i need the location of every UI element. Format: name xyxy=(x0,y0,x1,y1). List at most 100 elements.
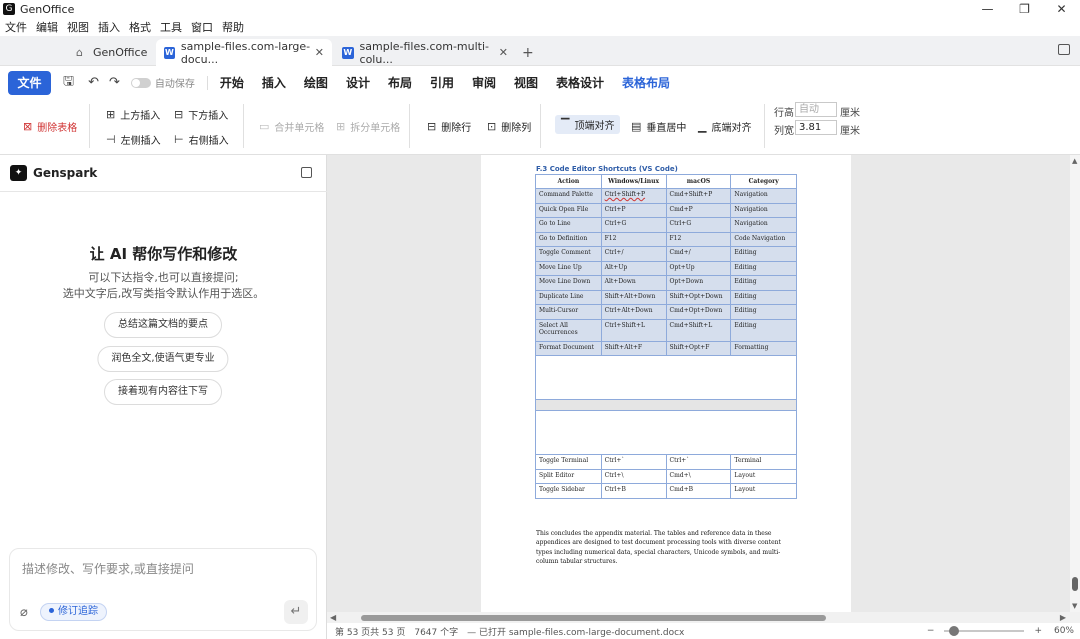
table-cell[interactable]: Toggle Sidebar xyxy=(535,483,602,499)
table-cell[interactable] xyxy=(535,355,797,400)
save-icon[interactable]: 🖫 xyxy=(63,72,74,94)
table-cell[interactable]: Split Editor xyxy=(535,468,602,484)
table-cell[interactable]: Ctrl+Alt+Down xyxy=(600,304,667,320)
suggestion-continue[interactable]: 接着现有内容往下写 xyxy=(104,379,222,405)
close-tab-icon[interactable]: ✕ xyxy=(315,46,324,59)
table-cell[interactable]: Cmd+B xyxy=(665,483,732,499)
table-cell[interactable]: Navigation xyxy=(730,217,797,233)
tab-references[interactable]: 引用 xyxy=(430,74,454,91)
align-top-button[interactable]: ▔ 顶端对齐 xyxy=(555,115,621,134)
table-cell[interactable]: Cmd+/ xyxy=(665,246,732,262)
redo-icon[interactable]: ↷ xyxy=(109,75,120,90)
close-window-button[interactable]: ✕ xyxy=(1043,0,1080,18)
table-cell[interactable] xyxy=(535,410,797,455)
menu-insert[interactable]: 插入 xyxy=(98,19,120,35)
table-row-empty[interactable] xyxy=(535,410,797,455)
table-cell[interactable]: Duplicate Line xyxy=(535,289,602,305)
table-cell[interactable]: Cmd+P xyxy=(665,202,732,218)
table-cell[interactable]: Ctrl+G xyxy=(665,217,732,233)
new-tab-button[interactable]: + xyxy=(522,45,534,61)
table-cell[interactable]: Ctrl+` xyxy=(600,454,667,470)
table-cell[interactable]: Layout xyxy=(730,468,797,484)
table-cell[interactable]: Shift+Opt+F xyxy=(665,340,732,356)
table-cell[interactable]: F12 xyxy=(600,231,667,247)
tab-draw[interactable]: 绘图 xyxy=(304,74,328,91)
table-cell[interactable]: Shift+Alt+F xyxy=(600,340,667,356)
menu-edit[interactable]: 编辑 xyxy=(36,19,58,35)
table-cell[interactable]: Multi-Cursor xyxy=(535,304,602,320)
table-cell[interactable]: Cmd+Opt+Down xyxy=(665,304,732,320)
scroll-down-icon[interactable]: ▼ xyxy=(1072,602,1077,610)
autosave-toggle[interactable] xyxy=(130,77,151,88)
table-cell[interactable]: Ctrl+P xyxy=(600,202,667,218)
scroll-up-icon[interactable]: ▲ xyxy=(1072,157,1077,165)
maximize-button[interactable]: ❐ xyxy=(1006,0,1043,18)
zoom-slider[interactable] xyxy=(944,626,1025,636)
table-cell[interactable]: Shift+Opt+Down xyxy=(665,289,732,305)
table-row[interactable]: Multi-Cursor Ctrl+Alt+Down Cmd+Opt+Down … xyxy=(535,304,797,320)
send-button[interactable]: ↵ xyxy=(284,600,308,624)
delete-column-button[interactable]: ⊡ 删除列 xyxy=(487,119,531,134)
suggestion-polish[interactable]: 润色全文,使语气更专业 xyxy=(97,346,229,372)
table-row[interactable]: Duplicate Line Shift+Alt+Down Shift+Opt+… xyxy=(535,289,797,305)
document-paragraph[interactable]: This concludes the appendix material. Th… xyxy=(536,529,798,567)
table-cell[interactable]: Navigation xyxy=(730,202,797,218)
tab-review[interactable]: 审阅 xyxy=(472,74,496,91)
table-cell[interactable]: Ctrl+Shift+P xyxy=(600,188,667,204)
table-cell[interactable]: Alt+Up xyxy=(600,260,667,276)
table-cell[interactable]: Cmd+\ xyxy=(665,468,732,484)
menu-tools[interactable]: 工具 xyxy=(160,19,182,35)
minimize-button[interactable]: — xyxy=(969,0,1006,18)
tab-layout[interactable]: 布局 xyxy=(388,74,412,91)
zoom-in-button[interactable]: + xyxy=(1034,626,1042,636)
table-cell[interactable]: Quick Open File xyxy=(535,202,602,218)
col-width-input[interactable]: 3.81 xyxy=(795,120,837,135)
table-cell[interactable]: Editing xyxy=(730,275,797,291)
table-row-empty[interactable] xyxy=(535,399,797,411)
insert-right-button[interactable]: ⊢ 右侧插入 xyxy=(174,132,229,147)
tab-table-design[interactable]: 表格设计 xyxy=(556,74,604,91)
table-cell[interactable]: Editing xyxy=(730,260,797,276)
table-row[interactable]: Format Document Shift+Alt+F Shift+Opt+F … xyxy=(535,340,797,356)
table-cell[interactable]: Code Navigation xyxy=(730,231,797,247)
table-cell[interactable]: Editing xyxy=(730,304,797,320)
table-cell[interactable]: Go to Definition xyxy=(535,231,602,247)
table-row-empty[interactable] xyxy=(535,355,797,400)
table-row[interactable]: Command Palette Ctrl+Shift+P Cmd+Shift+P… xyxy=(535,188,797,204)
table-cell[interactable]: Command Palette xyxy=(535,188,602,204)
insert-below-button[interactable]: ⊟ 下方插入 xyxy=(174,107,228,122)
menu-view[interactable]: 视图 xyxy=(67,19,89,35)
table-cell[interactable]: Ctrl+` xyxy=(665,454,732,470)
align-middle-button[interactable]: ▤ 垂直居中 xyxy=(631,119,686,134)
shortcuts-table[interactable]: Action Windows/Linux macOS Category Comm… xyxy=(535,174,797,499)
table-cell[interactable] xyxy=(535,399,797,411)
table-row[interactable]: Quick Open File Ctrl+P Cmd+P Navigation xyxy=(535,202,797,218)
table-row[interactable]: Move Line Up Alt+Up Opt+Up Editing xyxy=(535,260,797,276)
table-cell[interactable]: Navigation xyxy=(730,188,797,204)
table-cell[interactable]: Ctrl+/ xyxy=(600,246,667,262)
table-cell[interactable]: Terminal xyxy=(730,454,797,470)
table-cell[interactable]: Ctrl+\ xyxy=(600,468,667,484)
table-cell[interactable]: Ctrl+Shift+L xyxy=(600,318,667,342)
table-cell[interactable]: Cmd+Shift+L xyxy=(665,318,732,342)
table-row[interactable]: Split Editor Ctrl+\ Cmd+\ Layout xyxy=(535,468,797,484)
table-row[interactable]: Toggle Sidebar Ctrl+B Cmd+B Layout xyxy=(535,483,797,499)
table-row[interactable]: Go to Line Ctrl+G Ctrl+G Navigation xyxy=(535,217,797,233)
table-cell[interactable]: Layout xyxy=(730,483,797,499)
table-cell[interactable]: Toggle Comment xyxy=(535,246,602,262)
menu-help[interactable]: 帮助 xyxy=(222,19,244,35)
horizontal-scrollbar[interactable]: ◀ ▶ xyxy=(327,612,1080,623)
tab-design[interactable]: 设计 xyxy=(346,74,370,91)
close-tab-icon[interactable]: ✕ xyxy=(499,46,508,59)
table-cell[interactable]: Cmd+Shift+P xyxy=(665,188,732,204)
track-changes-button[interactable]: 修订追踪 xyxy=(40,603,107,621)
table-cell[interactable]: Editing xyxy=(730,246,797,262)
table-cell[interactable]: F12 xyxy=(665,231,732,247)
tab-view[interactable]: 视图 xyxy=(514,74,538,91)
zoom-level[interactable]: 60% xyxy=(1054,626,1074,636)
table-cell[interactable]: Formatting xyxy=(730,340,797,356)
tab-multi-column[interactable]: W sample-files.com-multi-colu... ✕ xyxy=(334,39,516,66)
assistant-input-box[interactable]: 描述修改、写作要求,或直接提问 ⌀ 修订追踪 ↵ xyxy=(9,548,317,631)
table-cell[interactable]: Select All Occurrences xyxy=(535,318,602,342)
table-row[interactable]: Toggle Comment Ctrl+/ Cmd+/ Editing xyxy=(535,246,797,262)
